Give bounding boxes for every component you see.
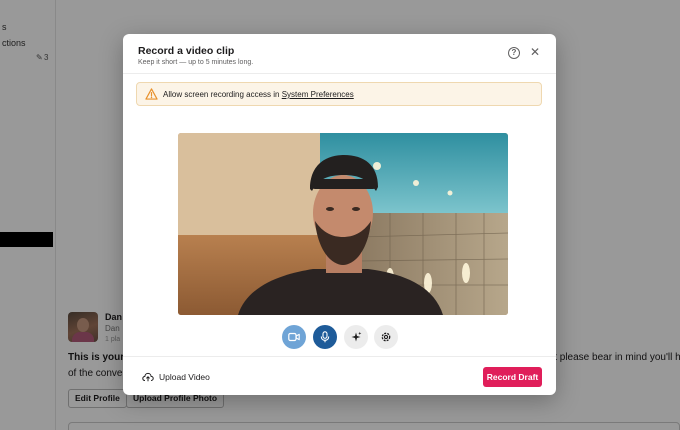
record-video-modal: Record a video clip Keep it short — up t… bbox=[123, 34, 556, 395]
microphone-toggle-button[interactable] bbox=[313, 325, 337, 349]
video-camera-icon bbox=[288, 332, 300, 342]
screen-recording-alert: Allow screen recording access in System … bbox=[136, 82, 542, 106]
modal-footer: Upload Video Record Draft bbox=[123, 356, 556, 395]
alert-text: Allow screen recording access in System … bbox=[163, 90, 354, 99]
warning-triangle-icon bbox=[145, 88, 158, 100]
system-preferences-link[interactable]: System Preferences bbox=[282, 90, 354, 99]
record-draft-button[interactable]: Record Draft bbox=[483, 367, 542, 387]
question-circle-icon[interactable]: ? bbox=[508, 47, 520, 59]
close-icon[interactable]: ✕ bbox=[528, 44, 542, 60]
effects-button[interactable] bbox=[344, 325, 368, 349]
camera-toggle-button[interactable] bbox=[282, 325, 306, 349]
alert-message: Allow screen recording access in bbox=[163, 90, 282, 99]
upload-video-label: Upload Video bbox=[159, 372, 210, 382]
modal-title: Record a video clip bbox=[138, 45, 235, 57]
settings-button[interactable] bbox=[374, 325, 398, 349]
camera-preview bbox=[178, 133, 508, 315]
cloud-upload-icon bbox=[142, 372, 154, 382]
sparkles-icon bbox=[351, 331, 362, 342]
modal-header: Record a video clip Keep it short — up t… bbox=[123, 34, 556, 74]
upload-video-button[interactable]: Upload Video bbox=[142, 371, 210, 383]
gear-icon bbox=[381, 332, 391, 342]
microphone-icon bbox=[320, 331, 330, 343]
modal-subtitle: Keep it short — up to 5 minutes long. bbox=[138, 59, 254, 66]
